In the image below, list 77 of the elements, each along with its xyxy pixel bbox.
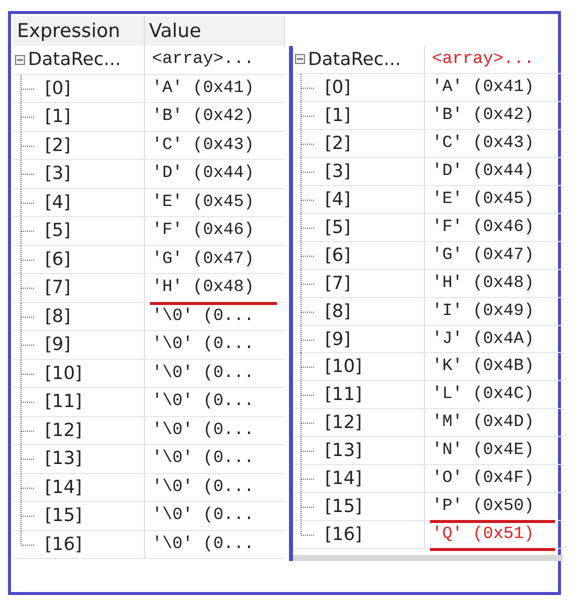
expression-name: [15] [325, 496, 362, 518]
expression-name: [5] [325, 216, 350, 238]
value-text: 'G' (0x47) [152, 250, 254, 269]
expression-name: [7] [45, 277, 70, 298]
value-text: '\0' (0... [152, 335, 254, 354]
expression-name: [11] [325, 384, 362, 406]
value-text: '\0' (0... [152, 449, 254, 468]
expression-name: [11] [45, 391, 82, 412]
value-text: 'Q' (0x51) [432, 525, 534, 544]
value-text: 'F' (0x46) [152, 221, 254, 240]
expression-name: [4] [325, 188, 350, 210]
value-text: 'L' (0x4C) [432, 385, 534, 404]
expression-name: [4] [45, 192, 70, 213]
value-text: 'P' (0x50) [432, 497, 534, 516]
value-text: 'M' (0x4D) [432, 413, 534, 432]
value-text: '\0' (0... [152, 534, 254, 554]
value-text: 'F' (0x46) [432, 218, 534, 237]
expression-name: [5] [45, 220, 70, 242]
expression-name: [14] [325, 468, 362, 490]
expression-name: [2] [325, 132, 350, 154]
expression-name: [12] [325, 412, 362, 434]
value-text: <array>... [152, 50, 254, 70]
value-text: <array>... [432, 50, 534, 69]
scrollbar[interactable] [293, 555, 563, 562]
expression-name: [10] [325, 356, 362, 378]
collapse-icon[interactable] [295, 54, 305, 64]
expression-name: [8] [45, 306, 70, 327]
column-header[interactable]: Expression [13, 16, 145, 46]
value-text: 'E' (0x45) [432, 190, 534, 209]
value-text: '\0' (0... [152, 392, 254, 412]
expression-name: [10] [45, 362, 82, 384]
collapse-icon[interactable] [15, 54, 25, 65]
value-text: '\0' (0... [152, 506, 254, 526]
expression-name: [16] [45, 534, 82, 555]
value-text: 'K' (0x4B) [432, 357, 534, 376]
expression-name: [6] [325, 244, 350, 266]
expression-name: [9] [45, 334, 70, 356]
expression-name: [7] [325, 272, 350, 294]
expression-name: [0] [45, 78, 70, 99]
expression-name: [16] [325, 524, 362, 546]
value-text: 'N' (0x4E) [432, 441, 534, 460]
value-text: 'H' (0x48) [152, 278, 254, 298]
expression-name: DataRec... [308, 48, 401, 70]
value-text: 'B' (0x42) [432, 106, 534, 125]
value-text: 'C' (0x43) [432, 134, 534, 153]
value-text: 'B' (0x42) [152, 107, 254, 126]
expression-name: [13] [325, 440, 362, 462]
expression-name: [6] [45, 248, 70, 270]
value-text: '\0' (0... [152, 306, 254, 326]
value-text: 'D' (0x44) [432, 162, 534, 181]
value-text: '\0' (0... [152, 364, 254, 383]
value-text: 'J' (0x4A) [432, 330, 534, 348]
value-text: 'C' (0x43) [152, 136, 254, 155]
expression-name: DataRec... [28, 49, 121, 70]
value-text: '\0' (0... [152, 478, 254, 497]
expression-name: [8] [325, 300, 350, 322]
expression-name: [0] [325, 76, 350, 98]
expression-name: [12] [45, 420, 82, 441]
expression-name: [9] [325, 328, 350, 350]
value-text: 'O' (0x4F) [432, 469, 534, 488]
value-text: '\0' (0... [152, 420, 254, 440]
expression-name: [1] [45, 106, 70, 128]
expression-name: [1] [325, 104, 350, 126]
value-text: 'A' (0x41) [432, 78, 534, 97]
value-text: 'G' (0x47) [432, 246, 534, 265]
column-header[interactable]: Value [145, 16, 285, 46]
value-text: 'A' (0x41) [152, 78, 254, 98]
value-text: 'H' (0x48) [432, 274, 534, 293]
value-text: 'I' (0x49) [432, 302, 534, 321]
value-text: 'D' (0x44) [152, 164, 254, 184]
expression-name: [15] [45, 505, 82, 526]
value-text: 'E' (0x45) [152, 192, 254, 212]
expression-name: [13] [45, 448, 82, 470]
expression-name: [3] [325, 160, 350, 182]
expression-name: [2] [45, 134, 70, 156]
expression-name: [14] [45, 476, 82, 498]
expression-name: [3] [45, 163, 70, 184]
